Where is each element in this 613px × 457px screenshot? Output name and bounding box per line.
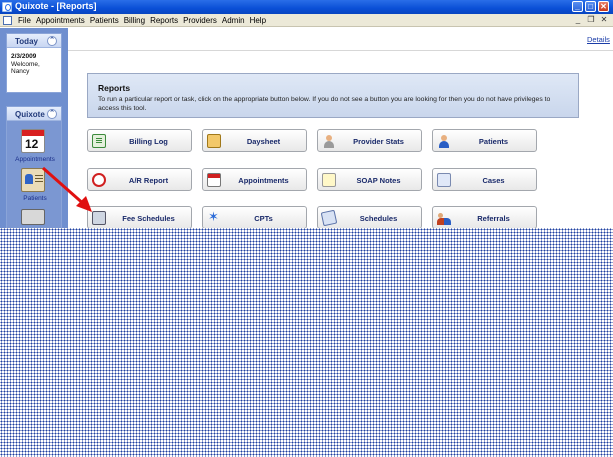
welcome-text: Welcome,	[11, 60, 40, 68]
reports-info-box: Reports To run a particular report or ta…	[87, 73, 579, 118]
button-label: Provider Stats	[353, 137, 404, 146]
button-label: Patients	[478, 137, 509, 146]
schedule-icon	[320, 209, 338, 227]
document-icon[interactable]	[3, 16, 12, 25]
sidebar: Today ⌃ 2/3/2009 Welcome, Nancy Quixote …	[0, 28, 68, 241]
patients-button[interactable]: Patients	[432, 129, 537, 152]
patient-card-icon[interactable]	[21, 168, 45, 192]
nav-appointments[interactable]: Appointments	[7, 156, 63, 163]
minimize-button[interactable]: _	[572, 1, 583, 12]
quixote-header[interactable]: Quixote ⌃	[7, 107, 61, 121]
collapse-quixote-icon[interactable]: ⌃	[47, 109, 57, 119]
button-label: A/R Report	[128, 176, 169, 185]
quixote-pane: Quixote ⌃ 12 Appointments Patients	[6, 106, 62, 241]
user-name: Nancy	[11, 68, 30, 75]
provider-icon	[322, 134, 336, 148]
reports-description: To run a particular report or task, clic…	[98, 96, 551, 112]
divider	[68, 50, 613, 51]
appointments-button[interactable]: Appointments	[202, 168, 307, 191]
quixote-nav: 12 Appointments Patients	[7, 121, 61, 241]
menu-patients[interactable]: Patients	[90, 16, 119, 25]
soap-notes-button[interactable]: SOAP Notes	[317, 168, 422, 191]
menu-file[interactable]: File	[18, 16, 31, 25]
button-label: Appointments	[238, 176, 289, 185]
menu-admin[interactable]: Admin	[222, 16, 245, 25]
button-label: Billing Log	[129, 137, 168, 146]
star-icon	[207, 209, 221, 225]
maximize-button[interactable]: □	[585, 1, 596, 12]
menu-appointments[interactable]: Appointments	[36, 16, 85, 25]
referrals-icon	[437, 211, 451, 225]
cases-icon	[437, 173, 451, 187]
provider-stats-button[interactable]: Provider Stats	[317, 129, 422, 152]
clipboard-icon	[207, 134, 221, 148]
today-header[interactable]: Today ⌃	[7, 34, 61, 48]
button-label: Referrals	[477, 214, 510, 223]
calculator-icon[interactable]	[21, 209, 45, 225]
mdi-minimize-button[interactable]: _	[573, 15, 583, 25]
today-date: 2/3/2009	[11, 53, 37, 60]
window-title: Quixote - [Reports]	[15, 1, 97, 11]
collapse-today-icon[interactable]: ⌃	[47, 36, 57, 46]
calendar-icon[interactable]: 12	[21, 129, 45, 153]
button-label: CPTs	[254, 214, 273, 223]
today-title: Today	[15, 37, 38, 46]
calendar-day: 12	[25, 137, 39, 151]
title-bar: Quixote - [Reports] _ □ ✕	[0, 0, 613, 14]
menu-reports[interactable]: Reports	[150, 16, 178, 25]
nav-patients[interactable]: Patients	[7, 195, 63, 202]
mdi-restore-button[interactable]: ❐	[586, 15, 596, 25]
button-label: Fee Schedules	[122, 214, 175, 223]
quixote-title: Quixote	[15, 110, 45, 119]
button-label: Cases	[482, 176, 505, 185]
cpts-button[interactable]: CPTs	[202, 206, 307, 229]
today-pane: Today ⌃ 2/3/2009 Welcome, Nancy	[6, 33, 62, 93]
cases-button[interactable]: Cases	[432, 168, 537, 191]
button-label: SOAP Notes	[356, 176, 401, 185]
dotted-overlay	[0, 228, 613, 457]
button-label: Daysheet	[246, 137, 281, 146]
notes-icon	[322, 173, 336, 187]
schedules-button[interactable]: Schedules	[317, 206, 422, 229]
calendar-icon	[207, 173, 221, 187]
menu-billing[interactable]: Billing	[124, 16, 145, 25]
mdi-close-button[interactable]: ✕	[599, 15, 609, 25]
clock-icon	[92, 173, 106, 187]
daysheet-button[interactable]: Daysheet	[202, 129, 307, 152]
patient-icon	[437, 134, 451, 148]
fee-schedules-button[interactable]: Fee Schedules	[87, 206, 192, 229]
calculator-icon	[92, 211, 106, 225]
menu-help[interactable]: Help	[250, 16, 266, 25]
ar-report-button[interactable]: A/R Report	[87, 168, 192, 191]
close-button[interactable]: ✕	[598, 1, 609, 12]
button-label: Schedules	[359, 214, 398, 223]
billing-log-button[interactable]: Billing Log	[87, 129, 192, 152]
reports-title: Reports	[98, 83, 131, 93]
app-icon	[2, 2, 12, 12]
details-link[interactable]: Details	[587, 35, 610, 44]
menu-providers[interactable]: Providers	[183, 16, 217, 25]
ledger-icon	[92, 134, 106, 148]
menu-bar: File Appointments Patients Billing Repor…	[0, 14, 613, 27]
referrals-button[interactable]: Referrals	[432, 206, 537, 229]
